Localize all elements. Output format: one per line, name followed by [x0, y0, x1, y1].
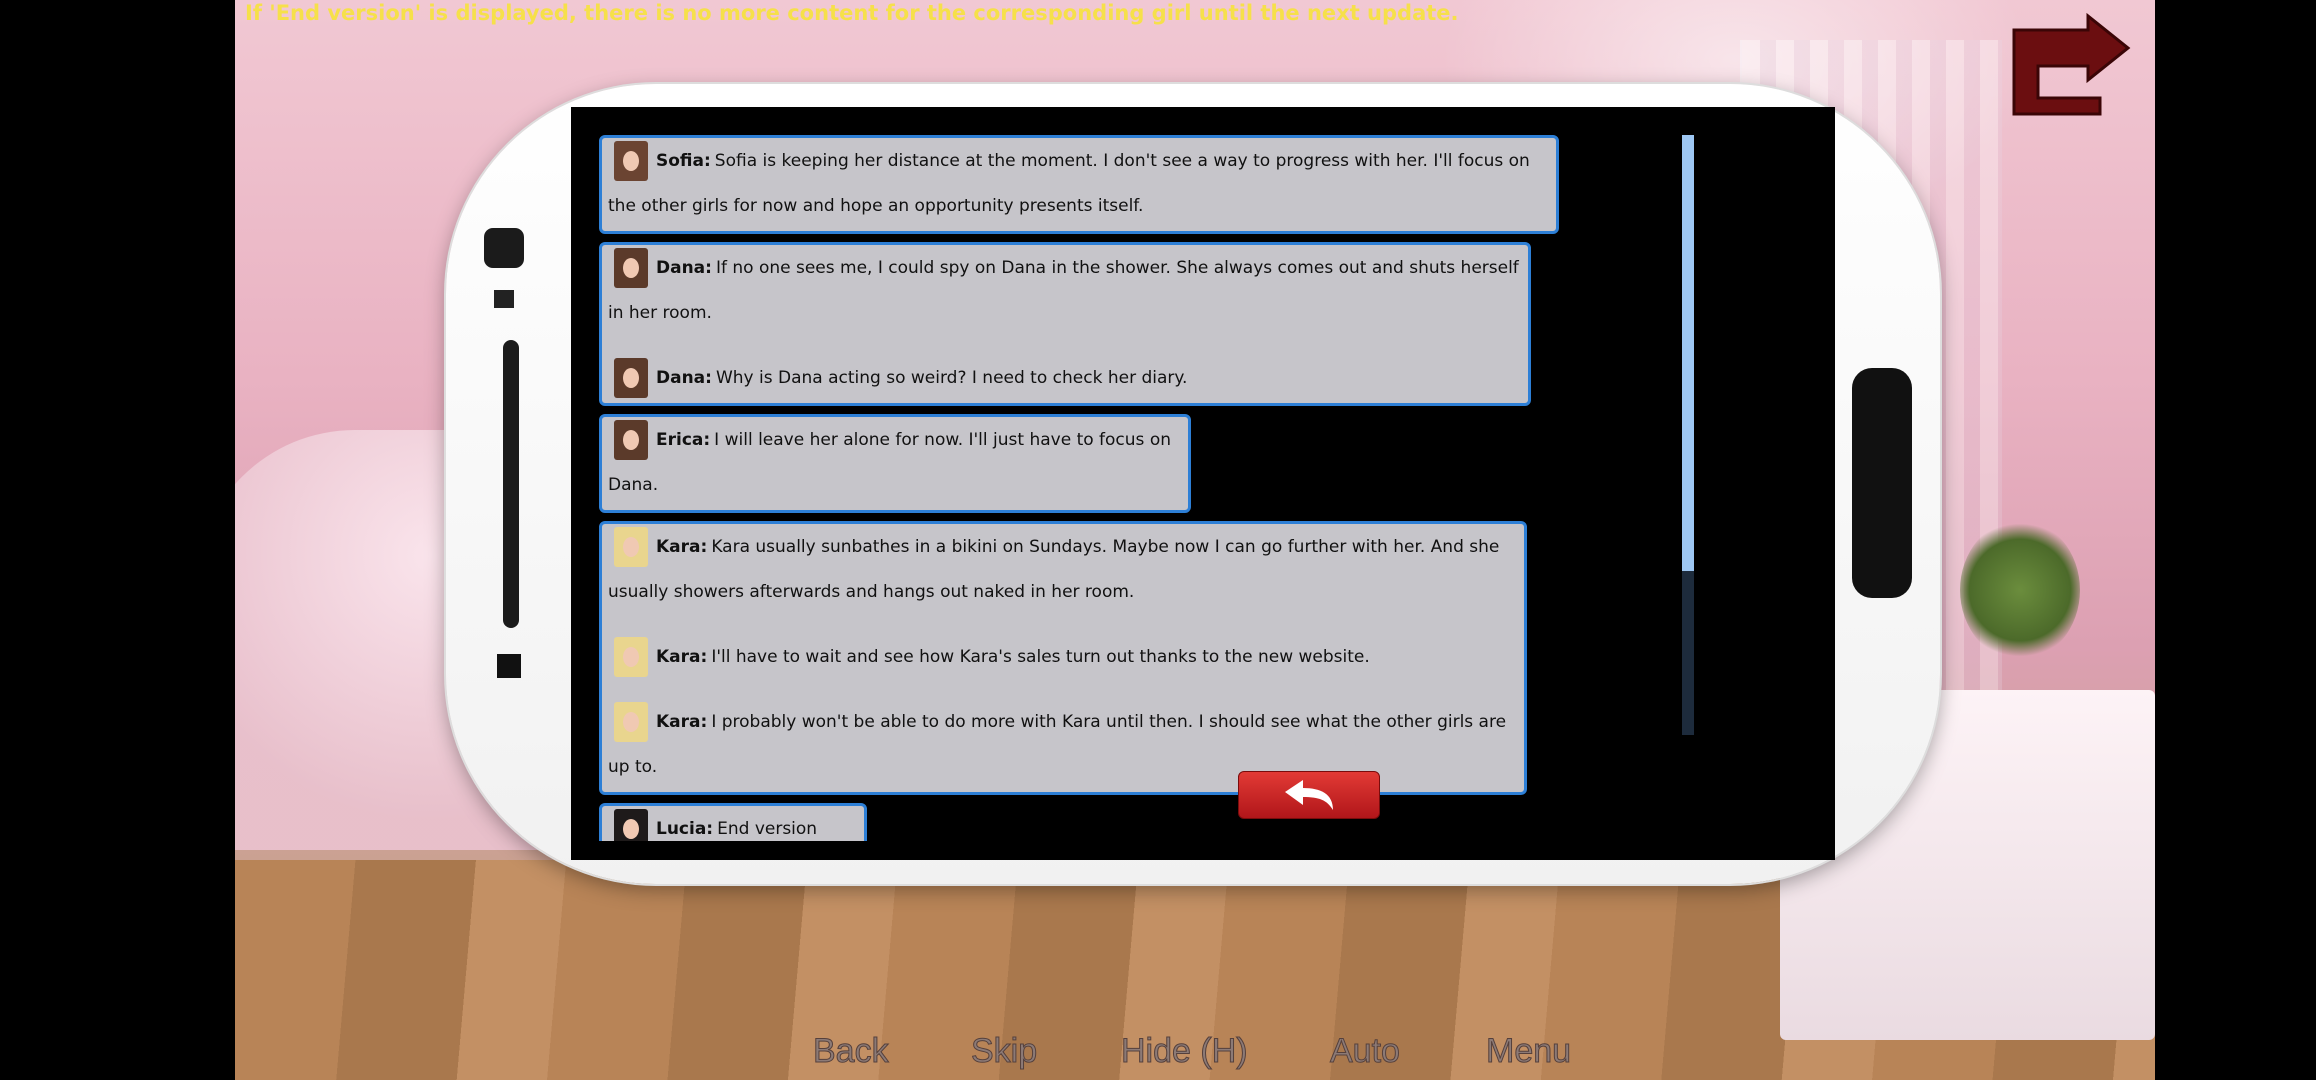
quick-menu-skip[interactable]: Skip: [970, 1032, 1037, 1071]
girl-name: Dana:: [656, 368, 712, 388]
girl-name: Kara:: [656, 537, 708, 557]
girl-avatar: [614, 527, 648, 567]
quick-menu-back[interactable]: Back: [813, 1032, 890, 1071]
hint-text: Kara usually sunbathes in a bikini on Su…: [608, 537, 1500, 602]
phone-side-square: [497, 654, 521, 678]
hint-text: Sofia is keeping her distance at the mom…: [608, 151, 1530, 216]
hint-card: Kara: Kara usually sunbathes in a bikini …: [599, 521, 1527, 795]
girl-name: Erica:: [656, 430, 711, 450]
phone-camera: [484, 228, 524, 268]
hint-message: Erica: I will leave her alone for now. I'…: [608, 418, 1182, 508]
hint-card: Lucia:End version Lucia.: [599, 803, 867, 841]
hint-card: Dana: If no one sees me, I could spy on D…: [599, 242, 1531, 406]
hint-message: Lucia:End version Lucia.: [608, 807, 858, 841]
exit-button[interactable]: [2010, 12, 2134, 118]
return-button[interactable]: [1238, 771, 1380, 819]
potted-plant: [1960, 520, 2080, 660]
phone-sensor: [494, 290, 514, 308]
phone-side-slot: [503, 340, 519, 628]
exit-arrow-icon: [2012, 12, 2131, 116]
quick-menu: Back Skip Hide (H) Auto Menu: [0, 1032, 2316, 1080]
girl-avatar: [614, 637, 648, 677]
girl-name: Lucia:: [656, 819, 714, 839]
hint-message: Kara: I'll have to wait and see how Kara'…: [608, 635, 1518, 680]
hint-message: Kara: I probably won't be able to do more…: [608, 700, 1518, 790]
hint-message: Kara: Kara usually sunbathes in a bikini …: [608, 525, 1518, 615]
girl-name: Sofia:: [656, 151, 711, 171]
quick-menu-hide[interactable]: Hide (H): [1121, 1032, 1249, 1071]
girl-avatar: [614, 809, 648, 841]
scrollbar[interactable]: [1682, 135, 1694, 735]
hint-text: I'll have to wait and see how Kara's sal…: [711, 647, 1370, 667]
hint-text: If no one sees me, I could spy on Dana i…: [608, 258, 1519, 323]
end-version-notice: If 'End version' is displayed, there is …: [245, 1, 1459, 25]
girl-name: Kara:: [656, 712, 708, 732]
scrollbar-thumb[interactable]: [1682, 135, 1694, 571]
hint-text: I probably won't be able to do more with…: [608, 712, 1507, 777]
girl-name: Dana:: [656, 258, 712, 278]
phone-home-button[interactable]: [1852, 368, 1912, 598]
hint-message: Sofia: Sofia is keeping her distance at t…: [608, 139, 1550, 229]
hint-text: Why is Dana acting so weird? I need to c…: [715, 368, 1188, 388]
girl-name: Kara:: [656, 647, 708, 667]
hint-message: Dana: If no one sees me, I could spy on D…: [608, 246, 1522, 336]
return-arrow-icon: [1285, 780, 1333, 810]
quick-menu-auto[interactable]: Auto: [1330, 1032, 1401, 1071]
phone-screen: Sofia: Sofia is keeping her distance at t…: [571, 107, 1835, 860]
hint-list[interactable]: Sofia: Sofia is keeping her distance at t…: [599, 135, 1599, 841]
girl-avatar: [614, 702, 648, 742]
hint-card: Erica: I will leave her alone for now. I'…: [599, 414, 1191, 513]
girl-avatar: [614, 358, 648, 398]
hint-card: Sofia: Sofia is keeping her distance at t…: [599, 135, 1559, 234]
girl-avatar: [614, 420, 648, 460]
girl-avatar: [614, 248, 648, 288]
hint-message: Dana: Why is Dana acting so weird? I need…: [608, 356, 1522, 401]
quick-menu-menu[interactable]: Menu: [1485, 1032, 1571, 1071]
girl-avatar: [614, 141, 648, 181]
